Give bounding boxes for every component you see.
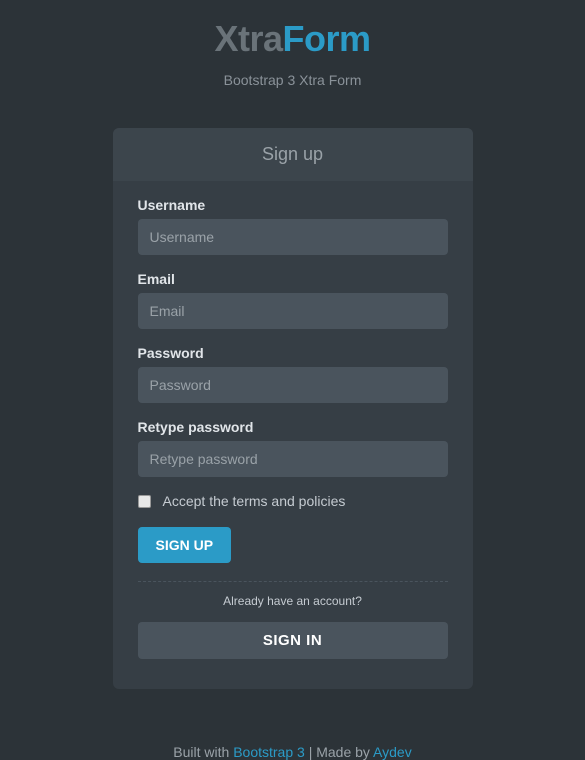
signup-button[interactable]: SIGN UP: [138, 527, 232, 563]
username-label: Username: [138, 197, 448, 213]
subtitle: Bootstrap 3 Xtra Form: [0, 72, 585, 88]
email-group: Email: [138, 271, 448, 329]
logo-suffix: Form: [283, 18, 371, 59]
email-label: Email: [138, 271, 448, 287]
footer: Built with Bootstrap 3 | Made by Aydev: [0, 744, 585, 760]
bootstrap-link[interactable]: Bootstrap 3: [233, 744, 305, 760]
footer-built-with: Built with: [173, 744, 233, 760]
username-input[interactable]: [138, 219, 448, 255]
footer-separator: | Made by: [305, 744, 373, 760]
panel-heading: Sign up: [113, 128, 473, 181]
panel-body: Username Email Password Retype password …: [113, 181, 473, 689]
signin-button[interactable]: SIGN IN: [138, 622, 448, 659]
divider: [138, 581, 448, 582]
author-link[interactable]: Aydev: [373, 744, 412, 760]
logo-prefix: Xtra: [214, 18, 282, 59]
email-input[interactable]: [138, 293, 448, 329]
terms-label: Accept the terms and policies: [163, 493, 346, 509]
terms-checkbox[interactable]: [138, 495, 151, 508]
password-input[interactable]: [138, 367, 448, 403]
signup-panel: Sign up Username Email Password Retype p…: [113, 128, 473, 689]
username-group: Username: [138, 197, 448, 255]
password-group: Password: [138, 345, 448, 403]
already-have-account-text: Already have an account?: [138, 594, 448, 608]
terms-group: Accept the terms and policies: [138, 493, 448, 509]
page-header: XtraForm Bootstrap 3 Xtra Form: [0, 0, 585, 88]
retype-group: Retype password: [138, 419, 448, 477]
retype-input[interactable]: [138, 441, 448, 477]
retype-label: Retype password: [138, 419, 448, 435]
password-label: Password: [138, 345, 448, 361]
logo: XtraForm: [0, 18, 585, 60]
